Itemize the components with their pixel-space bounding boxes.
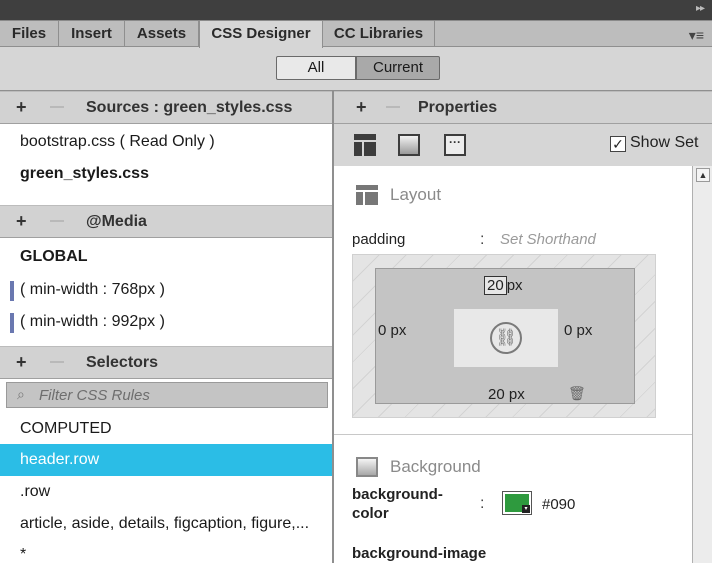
remove-selector-minus-icon[interactable] — [50, 361, 64, 363]
background-color-label-line2: color — [352, 505, 389, 522]
padding-colon: : — [480, 231, 485, 248]
current-button[interactable]: Current — [356, 56, 440, 80]
panel-tab-bar: Files Insert Assets CSS Designer CC Libr… — [0, 20, 712, 48]
media-item-992[interactable]: ( min-width : 992px ) — [0, 306, 332, 338]
more-category-icon[interactable]: ··· — [444, 134, 466, 156]
section-divider — [334, 434, 692, 435]
add-selector-plus-icon[interactable]: + — [16, 352, 27, 373]
scroll-up-arrow-icon[interactable]: ▲ — [696, 168, 710, 182]
background-image-label: background-image — [352, 545, 487, 562]
selector-item-header-row[interactable]: header.row — [0, 444, 332, 476]
checkbox-checked-icon: ✓ — [610, 136, 626, 152]
selector-item-computed[interactable]: COMPUTED — [0, 413, 332, 445]
tab-cc-libraries[interactable]: CC Libraries — [323, 21, 435, 47]
add-property-plus-icon[interactable]: + — [356, 97, 367, 118]
remove-source-minus-icon[interactable] — [50, 106, 64, 108]
all-button[interactable]: All — [276, 56, 356, 80]
filter-placeholder: Filter CSS Rules — [39, 387, 150, 404]
padding-top-input[interactable]: 20 — [484, 276, 507, 295]
layout-category-icon[interactable] — [354, 134, 376, 156]
property-category-bar: ··· ✓ Show Set — [334, 124, 712, 166]
media-item-768[interactable]: ( min-width : 768px ) — [0, 274, 332, 306]
selector-item-article[interactable]: article, aside, details, figcaption, fig… — [0, 508, 332, 540]
tab-assets[interactable]: Assets — [125, 21, 199, 47]
background-category-icon[interactable] — [398, 134, 420, 156]
source-item-green-styles[interactable]: green_styles.css — [0, 158, 332, 190]
sources-header: + Sources : green_styles.css — [0, 91, 332, 124]
tab-files[interactable]: Files — [0, 21, 59, 47]
tab-css-designer[interactable]: CSS Designer — [199, 21, 323, 48]
show-set-checkbox[interactable]: ✓ Show Set — [610, 134, 698, 152]
selectors-title: Selectors — [86, 354, 159, 371]
trash-icon[interactable]: 🗑 — [568, 385, 586, 402]
padding-right-value[interactable]: 0 px — [564, 322, 592, 339]
tab-insert[interactable]: Insert — [59, 21, 125, 47]
padding-bottom-value[interactable]: 20 px — [488, 386, 525, 403]
selectors-header: + Selectors — [0, 346, 332, 379]
properties-scroll-area: Layout padding : Set Shorthand 20 px 0 px… — [334, 166, 692, 563]
collapse-arrows-icon[interactable]: ▸▸ — [696, 3, 705, 14]
chevron-down-icon: ▾ — [522, 505, 530, 513]
media-item-label: ( min-width : 768px ) — [20, 281, 165, 298]
properties-header: + Properties — [334, 91, 712, 124]
padding-left-value[interactable]: 0 px — [378, 322, 406, 339]
properties-panel: + Properties ··· ✓ Show Set Layout paddin… — [334, 91, 712, 563]
panel-top-strip: ▸▸ — [0, 0, 712, 20]
media-indicator-bar — [10, 313, 14, 333]
background-color-value[interactable]: #090 — [542, 496, 575, 513]
set-shorthand-link[interactable]: Set Shorthand — [500, 231, 596, 248]
remove-property-minus-icon[interactable] — [386, 106, 400, 108]
media-title: @Media — [86, 213, 147, 230]
background-icon — [356, 457, 378, 477]
remove-media-minus-icon[interactable] — [50, 220, 64, 222]
selector-item-universal[interactable]: * — [0, 539, 332, 563]
left-column: + Sources : green_styles.css bootstrap.c… — [0, 91, 334, 563]
layout-group-title: Layout — [390, 185, 442, 204]
layout-icon — [356, 185, 378, 205]
view-toggle: All Current — [0, 48, 712, 91]
panel-menu-icon[interactable]: ▾≡ — [689, 27, 704, 44]
media-header: + @Media — [0, 205, 332, 238]
background-color-colon: : — [480, 495, 485, 512]
add-media-plus-icon[interactable]: + — [16, 211, 27, 232]
padding-label: padding — [352, 231, 406, 248]
source-item-bootstrap[interactable]: bootstrap.css ( Read Only ) — [0, 126, 332, 158]
media-item-label: ( min-width : 992px ) — [20, 313, 165, 330]
sources-title: Sources : green_styles.css — [86, 99, 293, 116]
properties-title: Properties — [418, 99, 498, 116]
link-icon[interactable]: ⛓ — [490, 322, 522, 354]
content-box: ⛓ — [454, 309, 558, 367]
padding-box: 20 px 0 px ⛓ 0 px 20 px 🗑 — [375, 268, 635, 404]
media-indicator-bar — [10, 281, 14, 301]
media-item-global[interactable]: GLOBAL — [0, 241, 332, 273]
show-set-label: Show Set — [630, 134, 699, 151]
selector-item-row[interactable]: .row — [0, 476, 332, 508]
add-source-plus-icon[interactable]: + — [16, 97, 27, 118]
filter-css-rules-input[interactable]: ⌕ Filter CSS Rules — [6, 382, 328, 408]
search-icon: ⌕ — [17, 386, 25, 402]
background-color-label-line1: background- — [352, 486, 443, 503]
padding-box-model: 20 px 0 px ⛓ 0 px 20 px 🗑 — [352, 254, 656, 418]
background-group-title: Background — [390, 457, 481, 476]
color-swatch[interactable]: ▾ — [502, 491, 532, 515]
properties-scrollbar[interactable]: ▲ — [692, 166, 712, 563]
padding-top-unit: px — [506, 277, 523, 294]
padding-top-value[interactable]: 20 px — [484, 276, 523, 295]
